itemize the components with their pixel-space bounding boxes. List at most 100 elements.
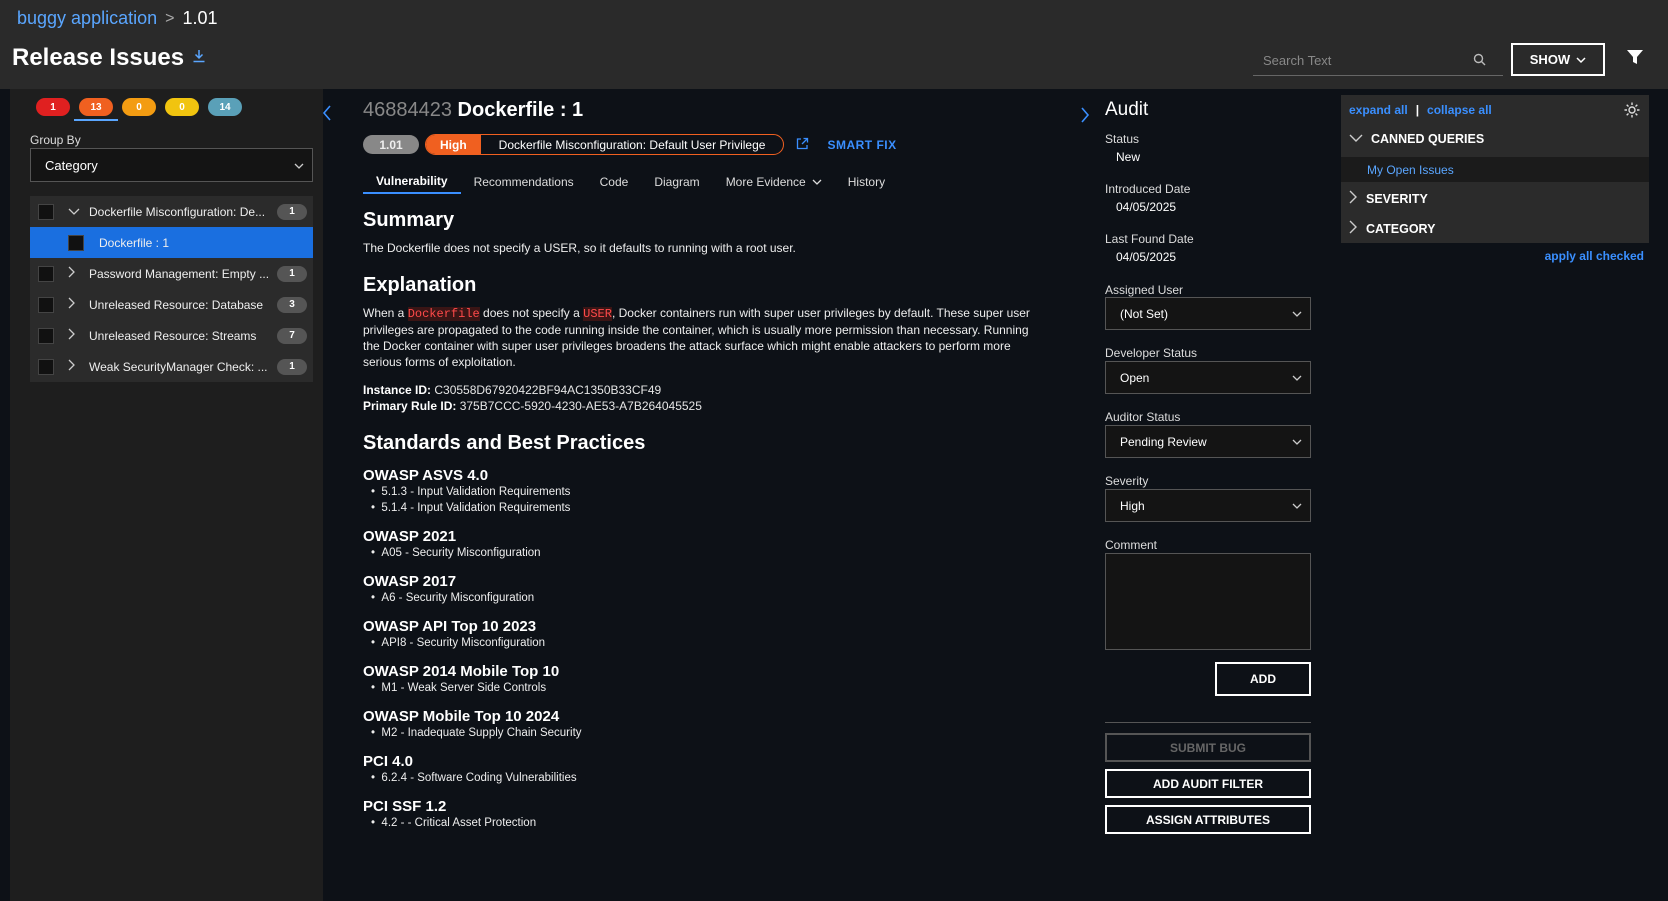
vulnerability-content: Summary The Dockerfile does not specify … [363, 209, 1043, 831]
page-title: Release Issues [12, 44, 206, 72]
assigned-user-label: Assigned User [1105, 283, 1184, 297]
standard-name: PCI 4.0 [363, 753, 414, 770]
chevron-right-icon[interactable] [68, 266, 76, 281]
count-badge: 1 [277, 265, 307, 282]
standard-name: PCI SSF 1.2 [363, 798, 447, 815]
search-box [1253, 46, 1503, 76]
explanation-text: When a Dockerfile does not specify a USE… [363, 305, 1043, 370]
breadcrumb-version: 1.01 [182, 8, 218, 28]
severity-section[interactable]: SEVERITY [1349, 190, 1428, 207]
standard-item: • 5.1.4 - Input Validation Requirements [371, 502, 571, 514]
checkbox[interactable] [38, 327, 54, 344]
search-icon[interactable] [1473, 53, 1486, 69]
standards-heading: Standards and Best Practices [363, 432, 646, 454]
tree-group-row[interactable]: Unreleased Resource: Streams 7 [30, 320, 313, 351]
breadcrumb-app-link[interactable]: buggy application [17, 8, 157, 29]
severity-select[interactable]: High [1105, 489, 1311, 522]
show-button[interactable]: SHOW [1511, 43, 1605, 76]
standard-item-text: A05 - Security Misconfiguration [381, 547, 541, 559]
chevron-down-icon [812, 175, 822, 189]
standard-item-text: 5.1.4 - Input Validation Requirements [381, 502, 571, 514]
tree-group-label: Weak SecurityManager Check: ... [89, 359, 268, 374]
tree-group-row[interactable]: Password Management: Empty ... 1 [30, 258, 313, 289]
standard-item-text: API8 - Security Misconfiguration [381, 637, 546, 649]
collapse-right-arrow-icon[interactable] [1080, 106, 1090, 129]
group-by-select[interactable]: Category [30, 148, 313, 182]
introduced-date-value: 04/05/2025 [1116, 200, 1177, 214]
top-bar: buggy application > 1.01 Release Issues … [0, 0, 1668, 89]
category-section-label: CATEGORY [1366, 221, 1436, 236]
standard-name: OWASP 2021 [363, 528, 457, 545]
search-input[interactable] [1253, 53, 1473, 68]
tab-more-evidence[interactable]: More Evidence [713, 169, 835, 194]
smart-fix-link[interactable]: SMART FIX [827, 138, 896, 152]
tab-recommendations[interactable]: Recommendations [461, 169, 587, 194]
instance-id-value: C30558D67920422BF94AC1350B33CF49 [431, 383, 662, 397]
developer-status-select[interactable]: Open [1105, 361, 1311, 394]
checkbox[interactable] [38, 358, 54, 375]
checkbox[interactable] [38, 203, 54, 220]
group-by-value: Category [45, 157, 98, 173]
external-link-icon[interactable] [796, 137, 809, 153]
standard-name: OWASP 2017 [363, 573, 457, 590]
tree-group-row[interactable]: Weak SecurityManager Check: ... 1 [30, 351, 313, 382]
add-audit-filter-button[interactable]: ADD AUDIT FILTER [1105, 769, 1311, 798]
group-by-label: Group By [30, 133, 81, 147]
tree-group-row[interactable]: Unreleased Resource: Database 3 [30, 289, 313, 320]
tab-diagram[interactable]: Diagram [641, 169, 712, 194]
tree-issue-row[interactable]: Dockerfile : 1 [30, 227, 313, 258]
standard-item: • API8 - Security Misconfiguration [371, 637, 546, 649]
chevron-down-icon [1292, 307, 1302, 321]
count-badge: 1 [277, 358, 307, 375]
checkbox[interactable] [68, 234, 84, 251]
chevron-down-icon [1349, 132, 1363, 146]
info-count-badge[interactable]: 14 [208, 98, 242, 116]
category-chip: Dockerfile Misconfiguration: Default Use… [498, 137, 766, 152]
auditor-status-select[interactable]: Pending Review [1105, 425, 1311, 458]
issue-header: 46884423 Dockerfile : 1 [363, 99, 583, 122]
chevron-right-icon[interactable] [68, 297, 76, 312]
standard-name: OWASP Mobile Top 10 2024 [363, 708, 560, 725]
chevron-right-icon[interactable] [68, 359, 76, 374]
summary-heading: Summary [363, 209, 455, 231]
collapse-left-arrow-icon[interactable] [322, 104, 332, 127]
low-count-badge[interactable]: 0 [165, 98, 199, 116]
issue-tree: Dockerfile Misconfiguration: De... 1 Doc… [30, 196, 313, 382]
checkbox[interactable] [38, 296, 54, 313]
standard-item-text: 6.2.4 - Software Coding Vulnerabilities [381, 772, 577, 784]
medium-count-badge[interactable]: 0 [122, 98, 156, 116]
chevron-down-icon[interactable] [68, 204, 80, 219]
tab-history[interactable]: History [835, 169, 898, 194]
apply-all-checked-link[interactable]: apply all checked [1545, 249, 1644, 263]
issue-details-panel: 46884423 Dockerfile : 1 1.01 High Docker… [340, 89, 1070, 901]
chevron-down-icon [1292, 499, 1302, 513]
tree-group-row[interactable]: Dockerfile Misconfiguration: De... 1 [30, 196, 313, 227]
gear-icon[interactable] [1623, 101, 1641, 124]
collapse-all-link[interactable]: collapse all [1427, 103, 1492, 117]
category-section[interactable]: CATEGORY [1349, 220, 1435, 237]
tab-code[interactable]: Code [587, 169, 642, 194]
add-comment-button[interactable]: ADD [1215, 662, 1311, 696]
rule-id-label: Primary Rule ID: [363, 399, 457, 413]
canned-queries-section[interactable]: CANNED QUERIES [1349, 132, 1484, 146]
checkbox[interactable] [38, 265, 54, 282]
tab-vulnerability[interactable]: Vulnerability [363, 169, 461, 194]
links-separator: | [1415, 103, 1420, 117]
comment-textarea[interactable] [1105, 553, 1311, 650]
count-badge: 1 [277, 203, 307, 220]
severity-category-chip: High Dockerfile Misconfiguration: Defaul… [425, 134, 785, 155]
submit-bug-button[interactable]: SUBMIT BUG [1105, 733, 1311, 762]
developer-status-label: Developer Status [1105, 346, 1198, 360]
expand-all-link[interactable]: expand all [1349, 103, 1408, 117]
chevron-right-icon[interactable] [68, 328, 76, 343]
explanation-text-part: When a [363, 306, 408, 320]
critical-count-badge[interactable]: 1 [36, 98, 70, 116]
chevron-right-icon [1349, 220, 1358, 237]
download-icon[interactable] [192, 49, 206, 68]
explanation-text-part: does not specify a [479, 306, 584, 320]
high-count-badge[interactable]: 13 [79, 98, 113, 116]
assigned-user-select[interactable]: (Not Set) [1105, 297, 1311, 330]
my-open-issues-query[interactable]: My Open Issues [1341, 157, 1649, 182]
assign-attributes-button[interactable]: ASSIGN ATTRIBUTES [1105, 805, 1311, 834]
filter-icon[interactable] [1626, 49, 1644, 71]
